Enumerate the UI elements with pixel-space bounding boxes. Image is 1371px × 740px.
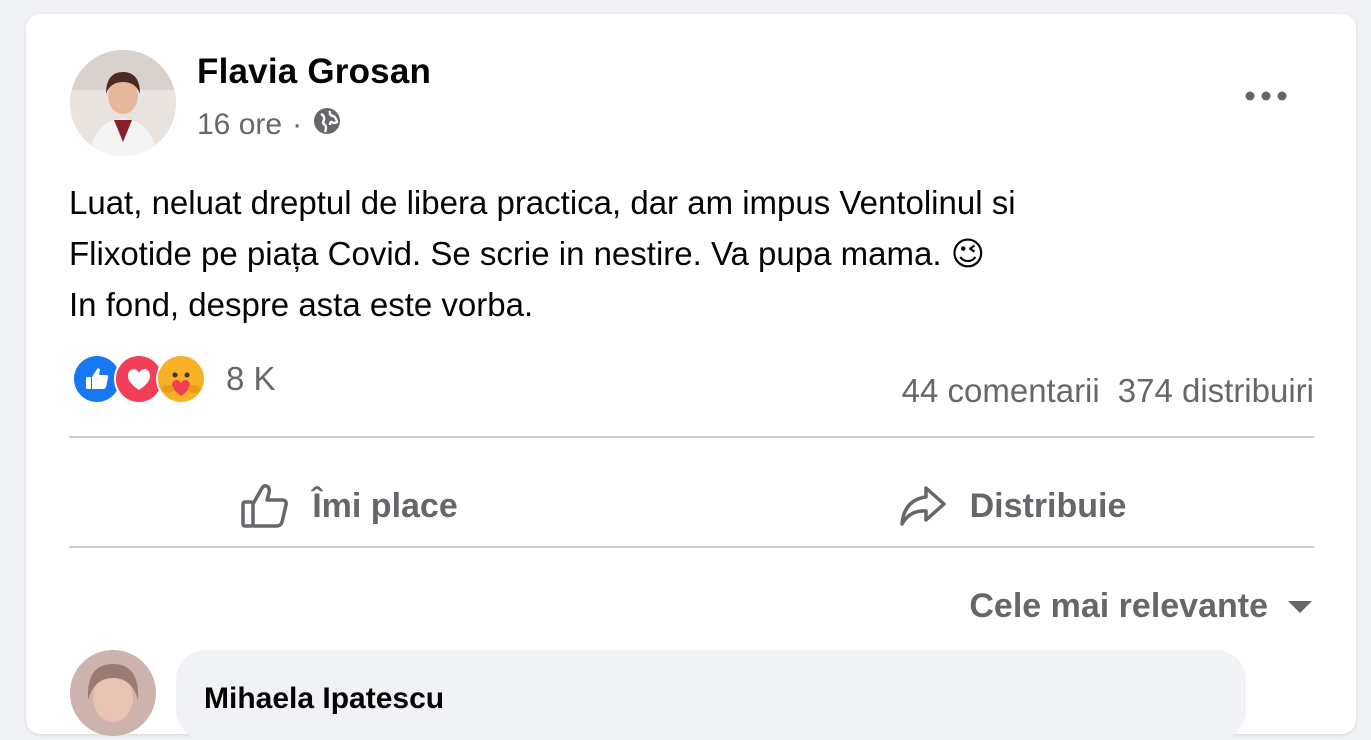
post-stats: 44 comentarii 374 distribuiri <box>902 372 1314 410</box>
caret-down-icon <box>1288 600 1312 613</box>
share-button[interactable]: Distribuie <box>732 462 1292 550</box>
commenter-avatar[interactable] <box>70 650 156 736</box>
author-avatar[interactable] <box>70 50 176 156</box>
post-meta: 16 ore · <box>197 106 342 144</box>
thumbs-up-icon <box>241 483 289 528</box>
post-body: Luat, neluat dreptul de libera practica,… <box>69 177 1289 330</box>
more-horizontal-icon <box>1245 91 1287 101</box>
post-time[interactable]: 16 ore <box>197 108 282 142</box>
reaction-count: 8 K <box>226 360 276 397</box>
author-name[interactable]: Flavia Grosan <box>197 52 431 92</box>
share-count[interactable]: 374 distribuiri <box>1118 372 1314 410</box>
globe-icon[interactable] <box>312 106 342 144</box>
post-text-line: In fond, despre asta este vorba. <box>69 286 534 323</box>
post-text-line: Flixotide pe piața Covid. Se scrie in ne… <box>69 235 986 272</box>
share-arrow-icon <box>899 486 946 526</box>
sort-label: Cele mai relevante <box>969 587 1268 625</box>
like-button[interactable]: Îmi place <box>69 462 629 550</box>
reactions-summary[interactable]: 8 K <box>72 354 276 404</box>
comment-count[interactable]: 44 comentarii <box>902 372 1100 410</box>
commenter-photo <box>70 650 156 736</box>
comment-sort-dropdown[interactable]: Cele mai relevante <box>969 587 1314 626</box>
more-options-button[interactable] <box>1234 78 1298 114</box>
meta-separator: · <box>292 108 303 141</box>
care-reaction-icon <box>156 354 206 404</box>
like-label: Îmi place <box>312 486 458 525</box>
commenter-name[interactable]: Mihaela Ipatescu <box>204 682 444 716</box>
share-label: Distribuie <box>969 486 1127 525</box>
post-text-line: Luat, neluat dreptul de libera practica,… <box>69 184 1016 221</box>
author-photo <box>70 50 176 156</box>
divider <box>69 436 1314 438</box>
post-card: Flavia Grosan 16 ore · Luat, neluat drep… <box>26 14 1356 740</box>
divider <box>69 546 1314 548</box>
